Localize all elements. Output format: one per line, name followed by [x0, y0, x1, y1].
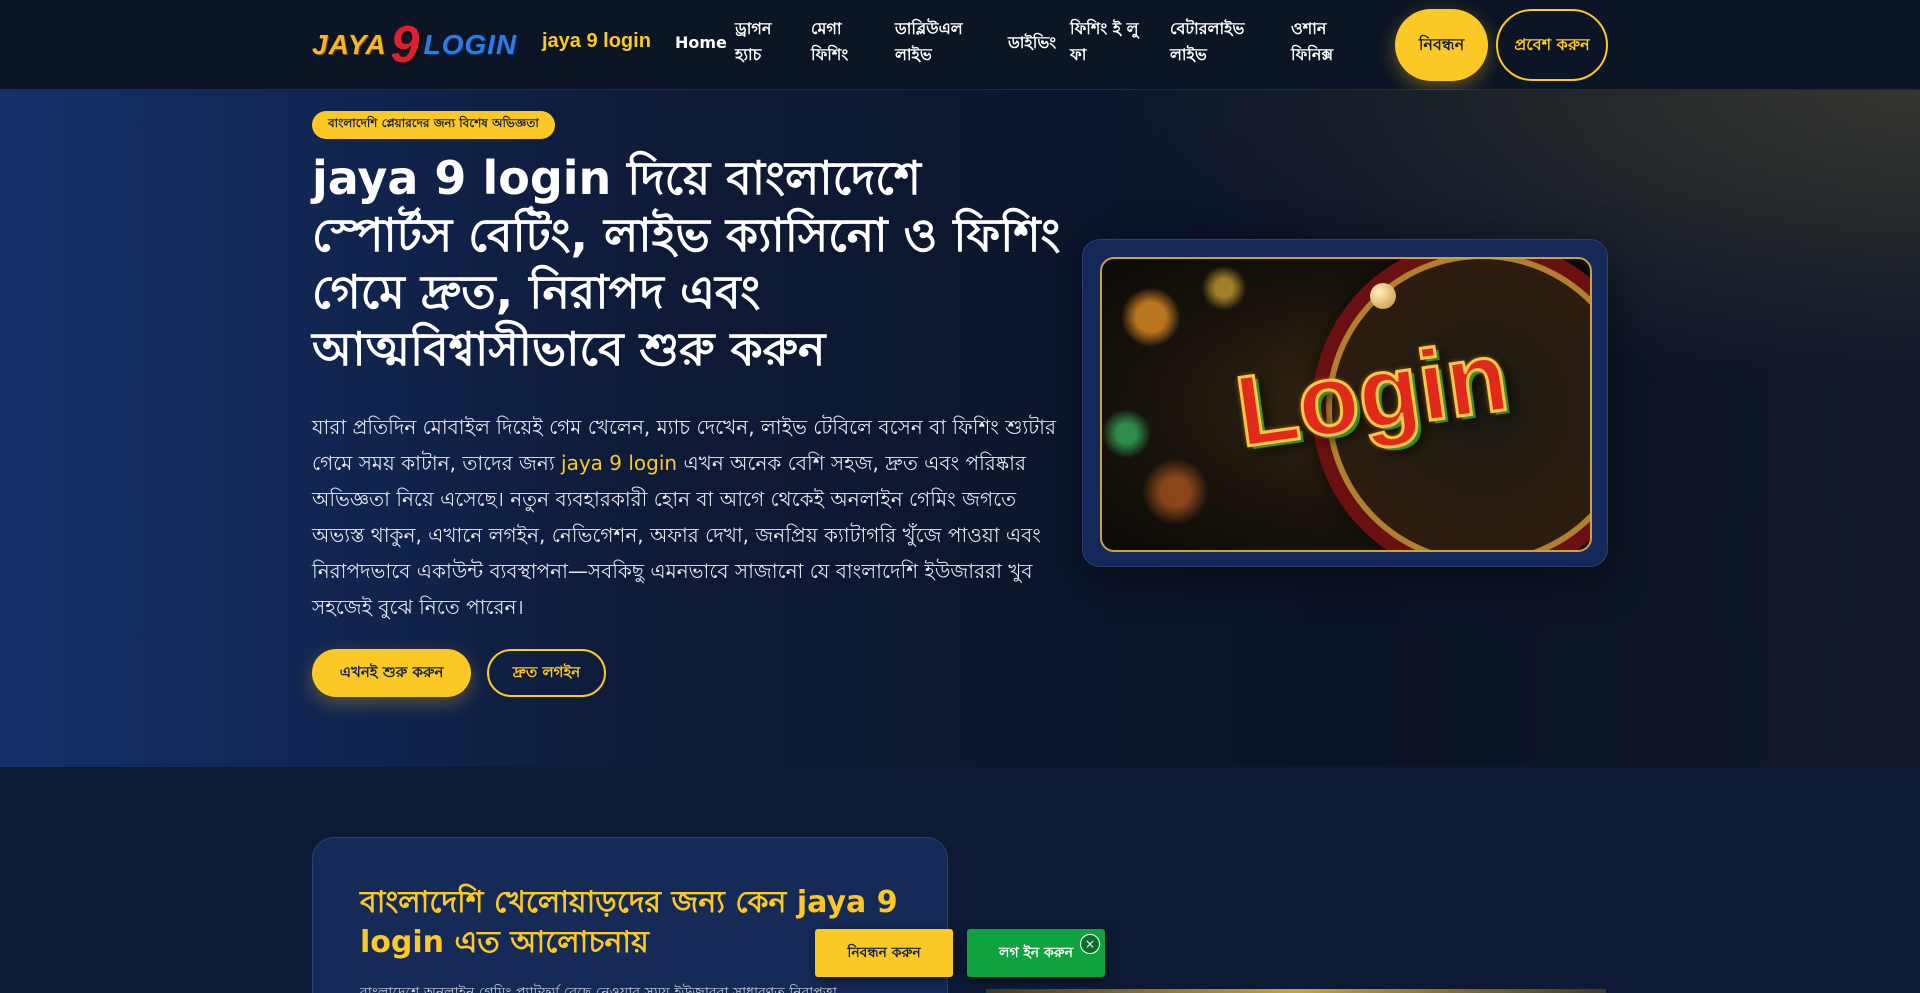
hero-title: jaya 9 login দিয়ে বাংলাদেশে স্পোর্টস বে…	[312, 151, 1061, 376]
nav-diving[interactable]: ডাইভিং	[1008, 30, 1056, 56]
quick-login-button[interactable]: দ্রুত লগইন	[487, 649, 606, 697]
nav-wl-live[interactable]: ডাব্লিউএল লাইভ	[895, 16, 985, 68]
site-logo[interactable]: JAYA 9 LOGIN	[312, 16, 518, 74]
logo-word-login: LOGIN	[423, 29, 518, 60]
hero-image: Login	[1100, 257, 1592, 552]
hero-paragraph-end: এখন অনেক বেশি সহজ, দ্রুত এবং পরিষ্কার অভ…	[312, 451, 1041, 619]
site-header: JAYA 9 LOGIN jaya 9 login Home ড্রাগন হ্…	[0, 0, 1920, 90]
brand-link[interactable]: jaya 9 login	[542, 30, 651, 53]
nav-fishing-yilufa[interactable]: ফিশিং ই লু ফা	[1070, 16, 1150, 68]
close-icon[interactable]: ×	[1080, 934, 1100, 954]
why-paragraph: বাংলাদেশে অনলাইন গেমিং প্ল্যাটফর্ম বেছে …	[360, 985, 837, 993]
floating-register-button[interactable]: নিবন্ধন করুন	[815, 929, 953, 977]
logo-word-jaya: JAYA	[312, 29, 387, 60]
hero-paragraph-link[interactable]: jaya 9 login	[561, 451, 677, 475]
decorative-divider	[986, 989, 1606, 993]
roulette-ball-graphic	[1370, 283, 1396, 309]
hero-paragraph: যারা প্রতিদিন মোবাইল দিয়েই গেম খেলেন, ম…	[312, 409, 1057, 625]
nav-home[interactable]: Home	[675, 30, 727, 56]
login-button[interactable]: প্রবেশ করুন	[1496, 9, 1608, 81]
register-button[interactable]: নিবন্ধন	[1395, 9, 1488, 81]
nav-betterlive-live[interactable]: বেটারলাইভ লাইভ	[1170, 16, 1260, 68]
logo-number: 9	[390, 16, 420, 74]
why-section	[0, 767, 1920, 993]
hero-image-card: Login	[1082, 239, 1608, 567]
hero-badge: বাংলাদেশি প্লেয়ারদের জন্য বিশেষ অভিজ্ঞত…	[312, 111, 555, 139]
nav-dragon-hatch[interactable]: ড্রাগন হ্যাচ	[735, 16, 785, 68]
start-now-button[interactable]: এখনই শুরু করুন	[312, 649, 471, 697]
nav-mega-fishing[interactable]: মেগা ফিশিং	[811, 16, 861, 68]
nav-ocean-phoenix[interactable]: ওশান ফিনিক্স	[1291, 16, 1351, 68]
